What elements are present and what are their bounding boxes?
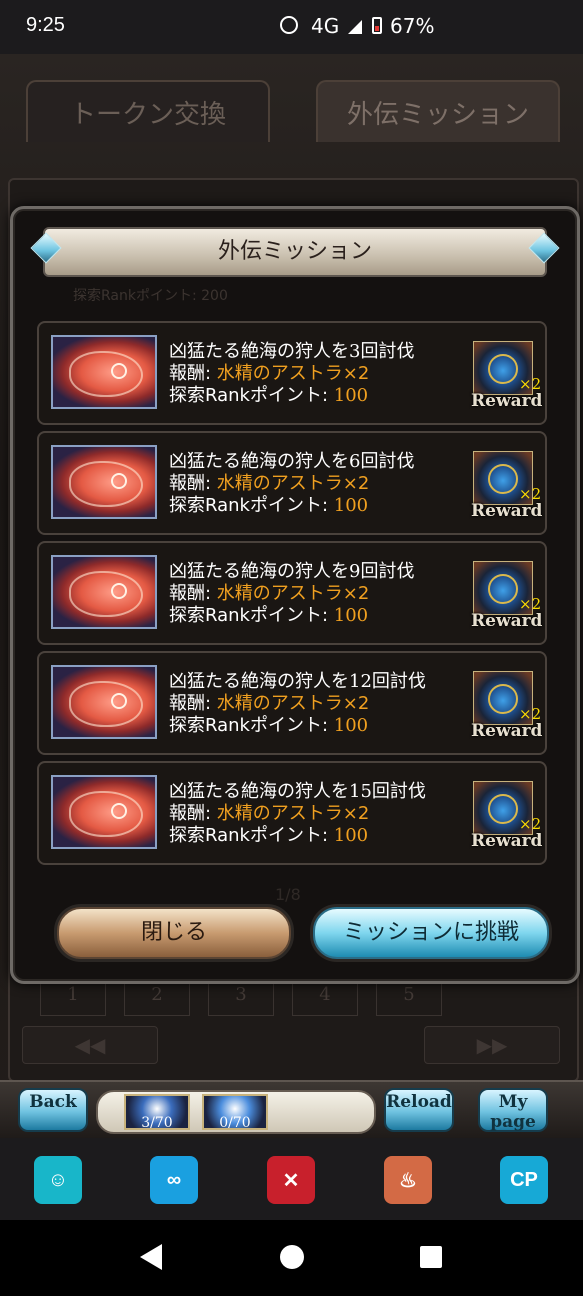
points-value: 100 [333, 605, 369, 626]
mission-dialog: 外伝ミッション 探索Rankポイント: 200 凶猛たる絶海の狩人を3回討伐 報… [10, 206, 580, 984]
close-button[interactable]: 閉じる [57, 907, 291, 959]
back-button[interactable]: Back [18, 1088, 88, 1132]
fish-enemy-thumbnail [51, 335, 157, 409]
reward-item[interactable]: ×2 Reward [471, 671, 543, 743]
reward-label: 報酬: [169, 473, 217, 494]
mission-row[interactable]: 凶猛たる絶海の狩人を9回討伐 報酬: 水精のアストラ×2 探索Rankポイント:… [37, 541, 547, 645]
mission-row[interactable]: 凶猛たる絶海の狩人を3回討伐 報酬: 水精のアストラ×2 探索Rankポイント:… [37, 321, 547, 425]
reward-value: 水精のアストラ×2 [216, 473, 370, 494]
status-bar: 9:25 4G 67% [0, 0, 583, 54]
network-type: 4G [311, 14, 340, 38]
game-view: トークン交換 外伝ミッション 1 2 3 4 5 ◀◀ ▶▶ 外伝ミッション 探… [0, 54, 583, 1138]
mission-list: 凶猛たる絶海の狩人を3回討伐 報酬: 水精のアストラ×2 探索Rankポイント:… [37, 321, 549, 871]
cp-label: CP [510, 1168, 538, 1191]
points-label: 探索Rankポイント: [169, 605, 334, 626]
reward-item[interactable]: ×2 Reward [471, 561, 543, 633]
mission-row[interactable]: 凶猛たる絶海の狩人を6回討伐 報酬: 水精のアストラ×2 探索Rankポイント:… [37, 431, 547, 535]
mission-row[interactable]: 凶猛たる絶海の狩人を15回討伐 報酬: 水精のアストラ×2 探索Rankポイント… [37, 761, 547, 865]
character-app-icon[interactable]: ☺ [34, 1156, 82, 1204]
mission-count: 3 [349, 341, 361, 362]
mission-title-suffix: 回討伐 [360, 561, 415, 582]
reward-value: 水精のアストラ×2 [216, 583, 370, 604]
mission-title-suffix: 回討伐 [360, 451, 415, 472]
infinity-app-icon[interactable]: ∞ [150, 1156, 198, 1204]
battery-percent: 67% [390, 14, 435, 38]
points-label: 探索Rankポイント: [169, 495, 334, 516]
points-value: 100 [333, 715, 369, 736]
swords-app-icon[interactable]: ✕ [267, 1156, 315, 1204]
mission-title-prefix: 凶猛たる絶海の狩人を [169, 781, 349, 802]
tab-token-exchange[interactable]: トークン交換 [26, 80, 270, 142]
mission-title-suffix: 回討伐 [360, 341, 415, 362]
challenge-mission-button[interactable]: ミッションに挑戦 [313, 907, 549, 959]
points-label: 探索Rankポイント: [169, 825, 334, 846]
reward-caption: Reward [471, 611, 543, 631]
points-label: 探索Rankポイント: [169, 715, 334, 736]
page-indicator: 1/8 [275, 885, 301, 904]
reward-item[interactable]: ×2 Reward [471, 341, 543, 413]
reward-value: 水精のアストラ×2 [216, 693, 370, 714]
mission-title-prefix: 凶猛たる絶海の狩人を [169, 451, 349, 472]
mission-title-suffix: 回討伐 [371, 781, 426, 802]
status-time: 9:25 [26, 14, 65, 36]
signal-icon [348, 20, 362, 34]
app-dock: ☺ ∞ ✕ ♨ CP [0, 1138, 583, 1220]
reward-value: 水精のアストラ×2 [216, 363, 370, 384]
mission-count: 12 [349, 671, 372, 692]
recents-nav-icon[interactable] [420, 1246, 442, 1268]
points-label: 探索Rankポイント: [169, 385, 334, 406]
dialog-title: 外伝ミッション [43, 227, 547, 277]
reload-button[interactable]: Reload [384, 1088, 454, 1132]
battery-icon [372, 17, 382, 34]
tab-side-story-mission[interactable]: 外伝ミッション [316, 80, 560, 142]
back-nav-icon[interactable] [140, 1244, 162, 1270]
mission-row[interactable]: 凶猛たる絶海の狩人を12回討伐 報酬: 水精のアストラ×2 探索Rankポイント… [37, 651, 547, 755]
reward-caption: Reward [471, 831, 543, 851]
mission-count: 15 [349, 781, 372, 802]
flame-app-icon[interactable]: ♨ [384, 1156, 432, 1204]
mission-count: 9 [349, 561, 361, 582]
ap-gauge: 3/70 [124, 1094, 190, 1131]
reward-item[interactable]: ×2 Reward [471, 781, 543, 853]
mission-count: 6 [349, 451, 361, 472]
points-value: 100 [333, 825, 369, 846]
home-nav-icon[interactable] [280, 1245, 304, 1269]
cp-app-icon[interactable]: CP [500, 1156, 548, 1204]
prev-page-button[interactable]: ◀◀ [22, 1026, 158, 1064]
mypage-button[interactable]: My page [478, 1088, 548, 1132]
reward-caption: Reward [471, 501, 543, 521]
reward-caption: Reward [471, 721, 543, 741]
android-nav-bar [0, 1220, 583, 1296]
fish-enemy-thumbnail [51, 775, 157, 849]
mission-title-suffix: 回討伐 [371, 671, 426, 692]
reward-label: 報酬: [169, 803, 217, 824]
reward-caption: Reward [471, 391, 543, 411]
reward-label: 報酬: [169, 693, 217, 714]
reward-value: 水精のアストラ×2 [216, 803, 370, 824]
bp-gauge: 0/70 [202, 1094, 268, 1131]
points-value: 100 [333, 495, 369, 516]
mission-title-prefix: 凶猛たる絶海の狩人を [169, 341, 349, 362]
background-ghost-text: 探索Rankポイント: 200 [73, 288, 228, 304]
reward-label: 報酬: [169, 583, 217, 604]
fish-enemy-thumbnail [51, 665, 157, 739]
mission-title-prefix: 凶猛たる絶海の狩人を [169, 671, 349, 692]
next-page-button[interactable]: ▶▶ [424, 1026, 560, 1064]
reward-label: 報酬: [169, 363, 217, 384]
reward-item[interactable]: ×2 Reward [471, 451, 543, 523]
mission-title-prefix: 凶猛たる絶海の狩人を [169, 561, 349, 582]
ap-bar: 3/70 0/70 [96, 1090, 376, 1134]
game-footer: Back 3/70 0/70 Reload My page [0, 1080, 583, 1138]
fish-enemy-thumbnail [51, 555, 157, 629]
points-value: 100 [333, 385, 369, 406]
fish-enemy-thumbnail [51, 445, 157, 519]
sync-icon [280, 16, 298, 34]
